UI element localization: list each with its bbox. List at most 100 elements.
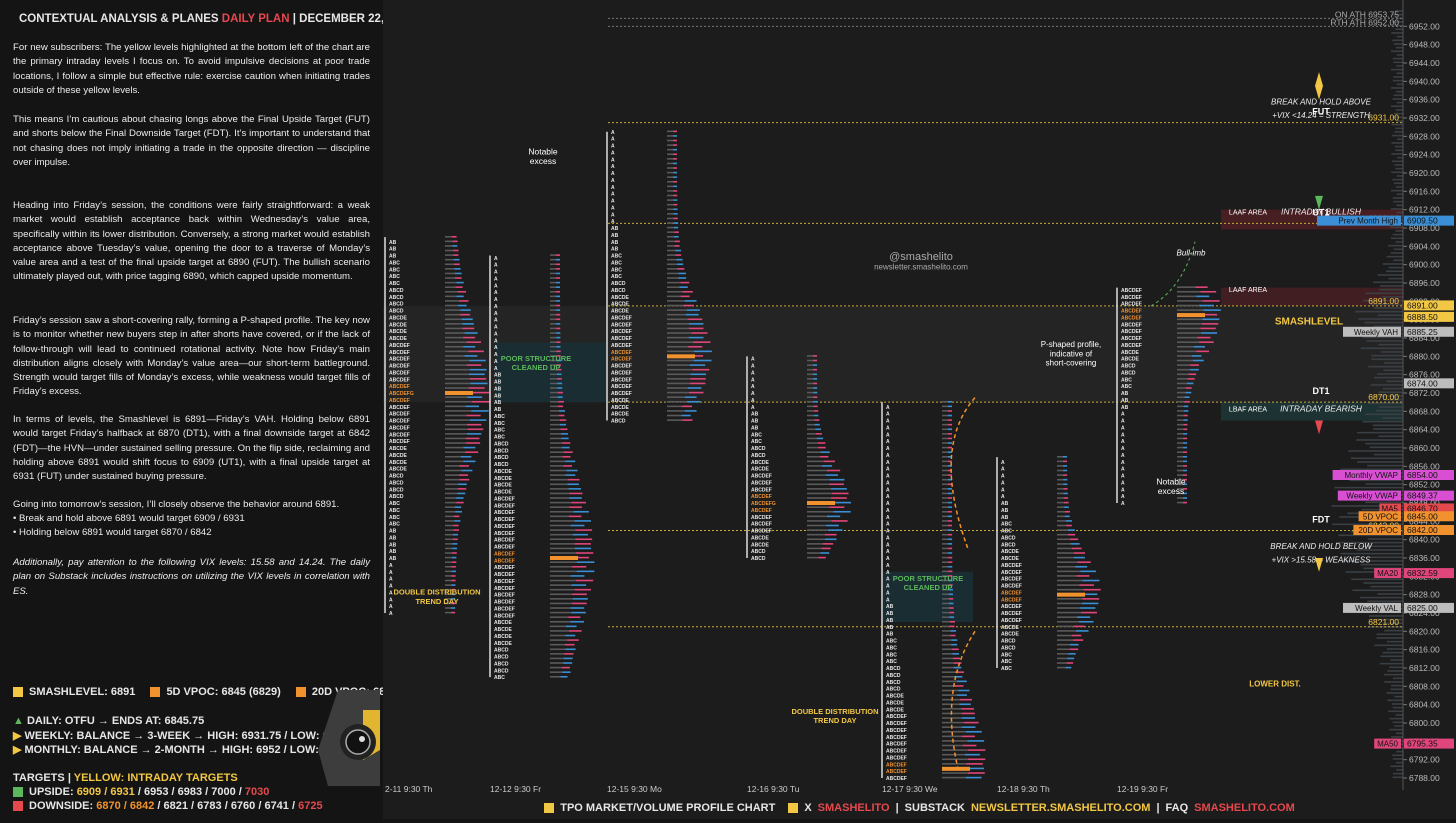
volume-bar <box>807 355 814 357</box>
tpo-letters: ABC <box>494 428 505 434</box>
volume-profile-bar <box>1373 307 1403 309</box>
volume-bar <box>445 520 455 522</box>
tpo-letters: AB <box>1121 398 1129 404</box>
y-tick-label: 6864.00 <box>1409 425 1440 435</box>
volume-profile-bar <box>1382 263 1403 265</box>
delta-bar <box>1073 552 1086 554</box>
delta-bar <box>966 763 983 765</box>
tpo-letters: A <box>389 577 393 583</box>
delta-bar <box>821 547 831 550</box>
volume-profile-bar <box>1387 699 1403 702</box>
volume-bar <box>550 396 558 398</box>
vpoc5-value: 5D VPOC: 6845 (6829) <box>166 686 281 698</box>
volume-profile-bar <box>1390 226 1403 229</box>
volume-bar <box>550 520 575 522</box>
volume-bar <box>942 543 949 545</box>
delta-bar <box>556 295 561 298</box>
delta-bar <box>453 258 460 261</box>
tpo-letters: ABCDEF <box>1001 563 1022 569</box>
delta-bar <box>673 217 678 220</box>
volume-bar <box>667 135 674 137</box>
volume-profile-bar <box>1386 692 1403 694</box>
tpo-letters: ABCDE <box>751 542 769 548</box>
lower-dist-curve <box>950 397 976 550</box>
delta-bar <box>563 662 573 664</box>
tpo-letters: A <box>886 412 890 418</box>
volume-bar <box>942 565 949 568</box>
delta-bar <box>576 570 595 573</box>
delta-bar <box>570 607 585 609</box>
footer-faq-link[interactable]: SMASHELITO.COM <box>1194 802 1295 814</box>
delta-bar <box>563 451 573 453</box>
delta-bar <box>556 263 561 266</box>
volume-bar <box>445 451 465 453</box>
volume-bar <box>550 254 557 256</box>
tpo-letters: ABCDEF <box>611 322 632 328</box>
delta-bar <box>822 465 833 467</box>
volume-bar <box>550 341 557 343</box>
volume-bar <box>550 455 563 458</box>
volume-bar <box>550 313 557 316</box>
delta-bar <box>1190 368 1199 371</box>
header-separator: | <box>292 13 296 25</box>
delta-bar <box>556 332 561 334</box>
volume-bar <box>942 648 953 651</box>
volume-bar <box>550 378 558 380</box>
delta-bar <box>1063 455 1068 458</box>
tpo-letters: A <box>751 370 755 376</box>
volume-bar <box>1177 295 1197 298</box>
tpo-letters: ABCD <box>494 455 509 461</box>
y-tick-label: 6944.00 <box>1409 58 1440 68</box>
volume-bar <box>550 460 566 463</box>
volume-profile-bar <box>1357 431 1403 434</box>
volume-bar <box>1177 327 1201 330</box>
chart-annotation: LBAF AREA <box>1229 406 1267 413</box>
delta-bar <box>673 135 678 137</box>
delta-bar <box>673 203 678 206</box>
volume-profile-bar <box>1383 673 1403 676</box>
volume-bar <box>942 570 949 573</box>
volume-bar <box>942 533 949 536</box>
volume-bar <box>550 258 557 261</box>
delta-bar <box>461 469 473 472</box>
volume-bar <box>445 419 470 421</box>
tpo-letters: AB <box>389 542 397 548</box>
volume-bar <box>550 277 557 279</box>
volume-profile-bar <box>1379 406 1403 408</box>
tpo-letters: ABCDEF <box>886 735 907 741</box>
volume-bar <box>445 533 453 536</box>
delta-bar <box>961 735 975 738</box>
right-value-text: 6845.00 <box>1407 511 1438 521</box>
volume-bar <box>550 442 563 444</box>
tpo-letters: ABCD <box>389 487 404 493</box>
delta-bar <box>815 428 821 431</box>
volume-bar <box>667 405 683 408</box>
volume-bar <box>667 217 674 220</box>
tpo-letters: A <box>494 297 498 303</box>
delta-bar <box>1069 538 1079 541</box>
tpo-letters: AB <box>611 226 619 232</box>
tpo-letters: ABCD <box>751 453 766 459</box>
delta-bar <box>673 162 678 165</box>
volume-bar <box>445 290 458 293</box>
tpo-letters: ABC <box>389 515 400 521</box>
y-tick-label: 6812.00 <box>1409 663 1440 673</box>
volume-bar <box>550 657 564 660</box>
tpo-letters: ABCDE <box>1001 625 1019 631</box>
tpo-letters: ABCDEF <box>751 522 772 528</box>
tpo-letters: A <box>886 508 890 514</box>
footer-substack-link[interactable]: NEWSLETTER.SMASHELITO.COM <box>971 802 1150 814</box>
delta-bar <box>948 538 953 541</box>
volume-bar <box>445 286 456 288</box>
monthly-row: ▶ MONTHLY: BALANCE → 2-MONTH → HIGH: 695… <box>13 743 346 756</box>
delta-bar <box>1203 309 1221 311</box>
footer-x-link[interactable]: SMASHELITO <box>818 802 890 814</box>
volume-bar <box>942 776 966 779</box>
volume-bar <box>1057 634 1072 637</box>
volume-bar <box>445 364 467 366</box>
tpo-letters: AB <box>1001 508 1009 514</box>
tpo-letters: ABCD <box>751 556 766 562</box>
tpo-chart[interactable]: 6788.006792.006796.006800.006804.006808.… <box>383 0 1456 819</box>
volume-profile-bar <box>1393 76 1403 78</box>
delta-bar <box>675 249 682 252</box>
